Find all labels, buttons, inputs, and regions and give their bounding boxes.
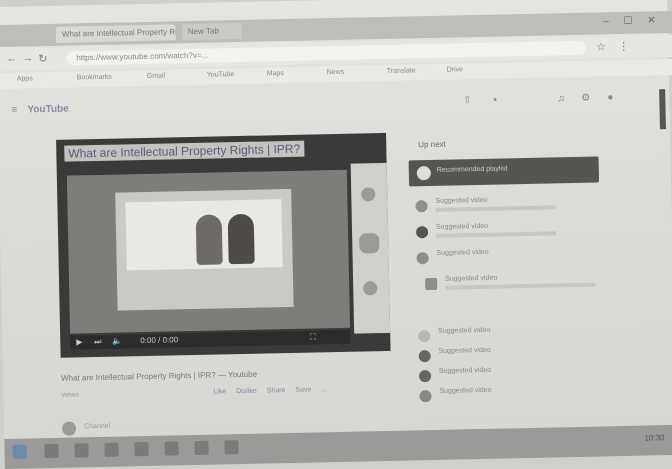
notifications-icon[interactable]: ♫	[557, 93, 565, 104]
volume-icon[interactable]: 🔈	[112, 337, 122, 346]
reload-icon[interactable]: ↻	[38, 52, 47, 65]
share-icon[interactable]	[361, 187, 376, 202]
star-icon[interactable]: ☆	[596, 40, 606, 53]
suggestion-title: Suggested video	[439, 386, 492, 395]
play-icon[interactable]: ▶	[76, 337, 82, 346]
recommended-banner[interactable]: Recommended playlist	[408, 156, 600, 187]
video-side-panel	[350, 162, 391, 334]
video-frame[interactable]	[66, 169, 351, 334]
taskbar-app-icon[interactable]	[104, 442, 119, 457]
channel-name[interactable]: Channel	[84, 423, 110, 431]
bookmark-item[interactable]: Maps	[267, 70, 284, 77]
view-count: views	[61, 391, 79, 399]
browser-tab-active[interactable]: What are Intellectual Property Rights | …	[55, 24, 177, 43]
youtube-logo[interactable]: YouTube	[27, 104, 69, 116]
bookmark-item[interactable]: Drive	[447, 66, 463, 73]
video-content	[115, 188, 294, 311]
suggestion-icon	[418, 370, 432, 383]
save-button[interactable]: Save	[295, 387, 311, 394]
start-icon[interactable]	[12, 444, 27, 459]
fullscreen-icon[interactable]: ⛶	[310, 332, 316, 342]
bookmark-item[interactable]: Translate	[387, 67, 416, 75]
presenter-figure	[227, 213, 255, 265]
bookmark-item[interactable]: Gmail	[147, 73, 165, 80]
more-button[interactable]: ...	[321, 386, 327, 393]
taskbar-app-icon[interactable]	[44, 443, 59, 459]
suggestion-title: Suggested video	[438, 346, 491, 355]
suggestion-item[interactable]: Suggested video	[425, 272, 615, 298]
suggestion-icon	[425, 277, 438, 291]
screen: What are Intellectual Property Rights | …	[0, 0, 672, 469]
suggestion-title: Suggested video	[438, 366, 492, 375]
video-player[interactable]: What are Intellectual Property Rights | …	[56, 132, 391, 358]
next-icon[interactable]: ⏭	[94, 337, 101, 347]
presenter-figure	[195, 214, 223, 265]
suggestion-item[interactable]: Suggested video	[416, 246, 606, 272]
pencil-icon[interactable]	[363, 281, 378, 296]
taskbar-app-icon[interactable]	[194, 440, 209, 456]
suggestion-title: Suggested video	[436, 248, 489, 257]
settings-icon[interactable]: ⚙	[581, 93, 590, 104]
suggestion-title: Suggested video	[435, 196, 488, 205]
menu-icon[interactable]: ⋮	[618, 40, 629, 53]
suggestion-icon	[419, 390, 432, 403]
taskbar-app-icon[interactable]	[224, 440, 239, 455]
video-actions: Like Dislike Share Save ...	[213, 386, 327, 395]
banner-avatar	[416, 166, 431, 181]
video-overlay-title: What are Intellectual Property Rights | …	[64, 140, 305, 162]
suggestion-title: Suggested video	[438, 326, 491, 335]
video-title: What are Intellectual Property Rights | …	[60, 369, 258, 383]
upload-icon[interactable]: ⇧	[463, 95, 472, 106]
up-next-label: Up next	[418, 139, 446, 150]
suggestion-icon	[418, 350, 431, 363]
banner-text: Recommended playlist	[436, 165, 508, 174]
suggestion-item[interactable]: Suggested video	[415, 220, 606, 246]
taskbar-clock: 10:30	[644, 433, 665, 443]
bookmark-item[interactable]: Bookmarks	[77, 74, 112, 82]
dislike-button[interactable]: Dislike	[236, 388, 257, 395]
suggestion-item[interactable]: Suggested video	[419, 384, 609, 410]
suggestion-meta	[435, 205, 556, 212]
video-slide	[125, 199, 283, 271]
suggestion-title: Suggested video	[444, 274, 498, 283]
suggestion-item[interactable]: Suggested video	[415, 194, 605, 220]
taskbar-app-icon[interactable]	[164, 441, 179, 456]
suggestion-meta	[445, 282, 596, 290]
taskbar-app-icon[interactable]	[134, 441, 149, 457]
time-display: 0:00 / 0:00	[140, 335, 179, 346]
youtube-header: ≡ YouTube ⇧ ▪ ♫ ⚙ ●	[0, 83, 672, 127]
browser-tab-new[interactable]: New Tab	[181, 22, 242, 41]
suggestion-icon	[418, 330, 431, 343]
gear-icon[interactable]	[359, 233, 380, 254]
bookmark-item[interactable]: YouTube	[207, 71, 235, 79]
forward-icon[interactable]: →	[22, 52, 33, 64]
bookmark-item[interactable]: Apps	[17, 75, 33, 82]
suggestion-title: Suggested video	[435, 222, 489, 231]
scrollbar[interactable]	[659, 89, 666, 130]
window-controls[interactable]: – ☐ ✕	[603, 15, 662, 27]
share-button[interactable]: Share	[267, 387, 286, 394]
taskbar-app-icon[interactable]	[74, 443, 89, 458]
suggestion-icon	[415, 226, 429, 239]
hamburger-icon[interactable]: ≡	[11, 105, 17, 116]
suggestion-icon	[416, 252, 429, 265]
channel-avatar[interactable]	[61, 421, 77, 436]
like-button[interactable]: Like	[213, 388, 226, 395]
apps-icon[interactable]: ▪	[493, 95, 497, 106]
avatar[interactable]: ●	[607, 92, 613, 103]
suggestion-icon	[415, 200, 428, 213]
suggestion-meta	[436, 231, 557, 238]
back-icon[interactable]: ←	[6, 53, 17, 65]
taskbar: 10:30	[4, 424, 672, 469]
bookmark-item[interactable]: News	[327, 69, 345, 76]
